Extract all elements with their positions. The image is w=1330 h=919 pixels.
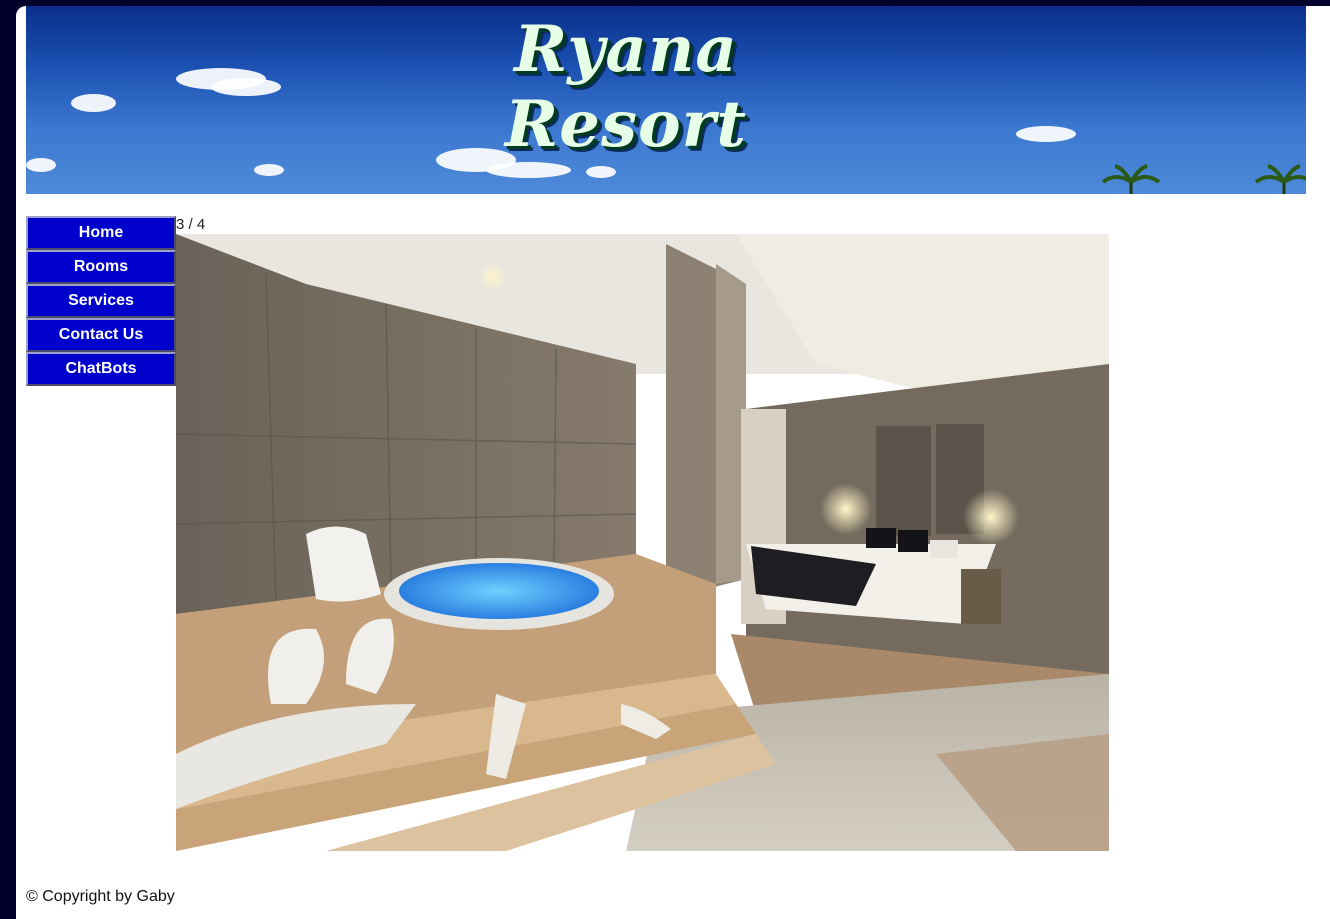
nav-contact-us-button[interactable]: Contact Us	[26, 318, 176, 352]
footer-copyright: © Copyright by Gaby	[26, 888, 175, 905]
nav-home-button[interactable]: Home	[26, 216, 176, 250]
nav-chatbots-button[interactable]: ChatBots	[26, 352, 176, 386]
slideshow-image[interactable]	[176, 234, 1109, 851]
palm-tree-icon	[1101, 164, 1161, 194]
room-photo	[176, 234, 1109, 851]
site-logo-title: Ryana Resort	[505, 12, 747, 162]
main-nav: Home Rooms Services Contact Us ChatBots	[26, 216, 176, 386]
page: Ryana Resort Home Rooms Services Contact…	[16, 6, 1330, 919]
palm-tree-icon	[1254, 164, 1306, 194]
header-banner: Ryana Resort	[26, 6, 1306, 194]
nav-rooms-button[interactable]: Rooms	[26, 250, 176, 284]
slide-counter: 3 / 4	[176, 216, 206, 233]
nav-services-button[interactable]: Services	[26, 284, 176, 318]
